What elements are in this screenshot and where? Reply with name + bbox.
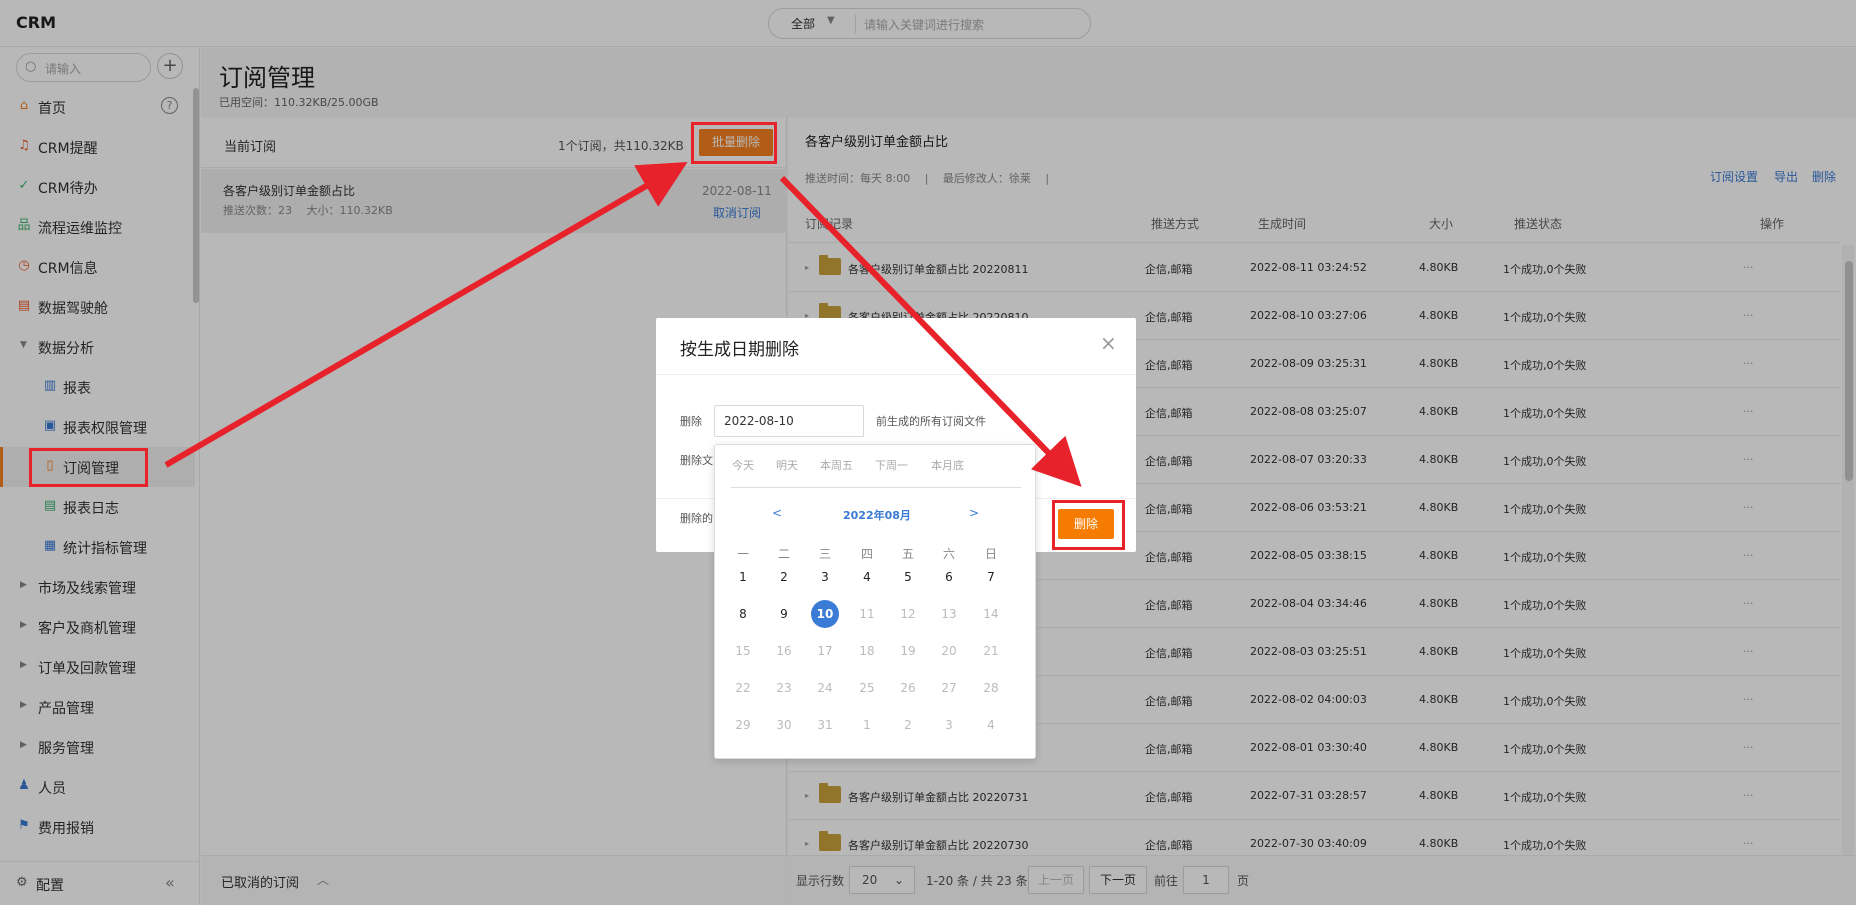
calendar-day[interactable]: 15: [729, 637, 757, 665]
calendar-day[interactable]: 12: [894, 600, 922, 628]
prev-month-button[interactable]: <: [772, 506, 782, 520]
weekday-label: 三: [818, 547, 831, 561]
dialog-title: 按生成日期删除: [680, 340, 799, 360]
close-icon[interactable]: ×: [1100, 331, 1117, 355]
calendar-day[interactable]: 2: [770, 563, 798, 591]
weekday-label: 五: [901, 547, 914, 561]
calendar-day[interactable]: 1: [729, 563, 757, 591]
calendar-month: 2022年08月: [843, 509, 911, 522]
date-picker: 今天 明天 本周五 下周一 本月底 < 2022年08月 > 一二三四五六日12…: [714, 444, 1036, 759]
quick-month-end[interactable]: 本月底: [931, 457, 964, 473]
delete-file-label: 删除文: [680, 454, 713, 467]
highlight-box: [29, 448, 148, 487]
calendar-day[interactable]: 13: [935, 600, 963, 628]
weekday-label: 四: [860, 547, 873, 561]
calendar-day[interactable]: 7: [977, 563, 1005, 591]
calendar-day[interactable]: 30: [770, 711, 798, 739]
divider: [656, 374, 1136, 375]
date-input[interactable]: 2022-08-10: [714, 405, 864, 437]
delete-description: 前生成的所有订阅文件: [876, 415, 986, 428]
calendar-day[interactable]: 11: [853, 600, 881, 628]
calendar-day[interactable]: 29: [729, 711, 757, 739]
weekday-label: 一: [736, 547, 749, 561]
calendar-day[interactable]: 19: [894, 637, 922, 665]
calendar-day[interactable]: 22: [729, 674, 757, 702]
calendar-day[interactable]: 6: [935, 563, 963, 591]
quick-this-friday[interactable]: 本周五: [820, 457, 853, 473]
calendar-day[interactable]: 8: [729, 600, 757, 628]
calendar-day[interactable]: 28: [977, 674, 1005, 702]
calendar-day[interactable]: 17: [811, 637, 839, 665]
next-month-button[interactable]: >: [969, 506, 979, 520]
quick-next-monday[interactable]: 下周一: [875, 457, 908, 473]
calendar-day[interactable]: 4: [977, 711, 1005, 739]
calendar-day[interactable]: 3: [811, 563, 839, 591]
calendar-day[interactable]: 10: [811, 600, 839, 628]
calendar-day[interactable]: 5: [894, 563, 922, 591]
calendar-day[interactable]: 24: [811, 674, 839, 702]
weekday-label: 日: [984, 547, 997, 561]
delete-note-label: 删除的: [680, 512, 713, 525]
calendar-day[interactable]: 21: [977, 637, 1005, 665]
calendar-day[interactable]: 4: [853, 563, 881, 591]
calendar-day[interactable]: 25: [853, 674, 881, 702]
calendar-day[interactable]: 26: [894, 674, 922, 702]
delete-label: 删除: [680, 415, 702, 428]
quick-tomorrow[interactable]: 明天: [776, 457, 798, 473]
highlight-box: [691, 122, 777, 164]
calendar-day[interactable]: 27: [935, 674, 963, 702]
calendar-day[interactable]: 23: [770, 674, 798, 702]
date-value: 2022-08-10: [724, 414, 794, 428]
weekday-label: 二: [777, 547, 790, 561]
calendar-day[interactable]: 3: [935, 711, 963, 739]
calendar-day[interactable]: 2: [894, 711, 922, 739]
calendar-day[interactable]: 14: [977, 600, 1005, 628]
calendar-day[interactable]: 31: [811, 711, 839, 739]
calendar-day[interactable]: 20: [935, 637, 963, 665]
calendar-day[interactable]: 18: [853, 637, 881, 665]
weekday-label: 六: [942, 547, 955, 561]
calendar-day[interactable]: 16: [770, 637, 798, 665]
divider: [731, 487, 1021, 488]
quick-today[interactable]: 今天: [732, 457, 754, 473]
calendar-day[interactable]: 1: [853, 711, 881, 739]
calendar-day[interactable]: 9: [770, 600, 798, 628]
highlight-box: [1052, 500, 1125, 550]
